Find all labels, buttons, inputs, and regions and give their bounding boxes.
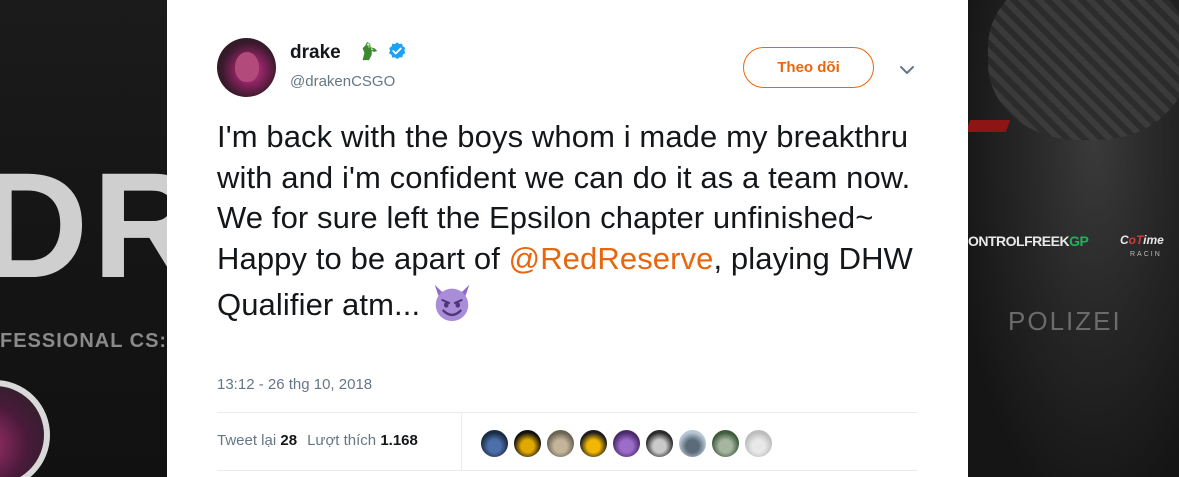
background-emblem <box>0 380 50 477</box>
background-sponsor-ottime: CoTime <box>1120 233 1164 247</box>
liker-avatar-6[interactable] <box>644 428 675 459</box>
background-red-stripe <box>968 120 1011 132</box>
background-left-panel: DR FESSIONAL CS: <box>0 0 190 477</box>
liker-avatar-7[interactable] <box>677 428 708 459</box>
mention-link[interactable]: @RedReserve <box>509 241 714 276</box>
verified-badge-icon <box>389 42 406 60</box>
tweet-card: drake @drakenCSGO Theo dõi I'm back with… <box>167 0 968 477</box>
background-right-panel: ONTROLFREEKGP CoTime RACIN POLIZEI <box>968 0 1179 477</box>
liker-avatar-8[interactable] <box>710 428 741 459</box>
crocodile-icon <box>362 41 378 61</box>
tweet-text-part1: I'm back with the boys whom i made my br… <box>217 119 911 235</box>
background-helmet-image <box>988 0 1179 140</box>
divider-top <box>217 412 917 413</box>
liker-avatar-2[interactable] <box>512 428 543 459</box>
liker-avatar-5[interactable] <box>611 428 642 459</box>
divider-bottom <box>217 470 917 471</box>
display-name[interactable]: drake <box>290 42 341 64</box>
smiling-imp-icon <box>434 284 470 322</box>
background-sponsor-subtext: RACIN <box>1130 251 1162 258</box>
liker-avatar-3[interactable] <box>545 428 576 459</box>
liker-avatar-9[interactable] <box>743 428 774 459</box>
background-logo-text: DR <box>0 141 190 309</box>
retweets-stat[interactable]: Tweet lại 28 <box>217 432 297 449</box>
likes-stat[interactable]: Lượt thích 1.168 <box>307 432 418 449</box>
follow-button[interactable]: Theo dõi <box>743 47 874 88</box>
chevron-down-icon[interactable] <box>898 61 916 79</box>
stats-divider <box>461 413 462 470</box>
liker-avatar-4[interactable] <box>578 428 609 459</box>
liker-avatar-1[interactable] <box>479 428 510 459</box>
likers-avatars <box>479 428 774 459</box>
background-sponsor-controlfreek: ONTROLFREEKGP <box>968 233 1089 249</box>
tweet-stats: Tweet lại 28 Lượt thích 1.168 <box>217 432 418 449</box>
tweet-timestamp[interactable]: 13:12 - 26 thg 10, 2018 <box>217 376 372 393</box>
avatar-face <box>235 52 259 82</box>
tweet-text-part2-prefix: Happy to be apart of <box>217 240 509 276</box>
avatar[interactable] <box>217 38 276 97</box>
background-polizei-text: POLIZEI <box>1008 306 1122 336</box>
tweet-text: I'm back with the boys whom i made my br… <box>217 117 917 326</box>
user-handle[interactable]: @drakenCSGO <box>290 73 395 90</box>
background-subtitle-text: FESSIONAL CS: <box>0 330 168 352</box>
